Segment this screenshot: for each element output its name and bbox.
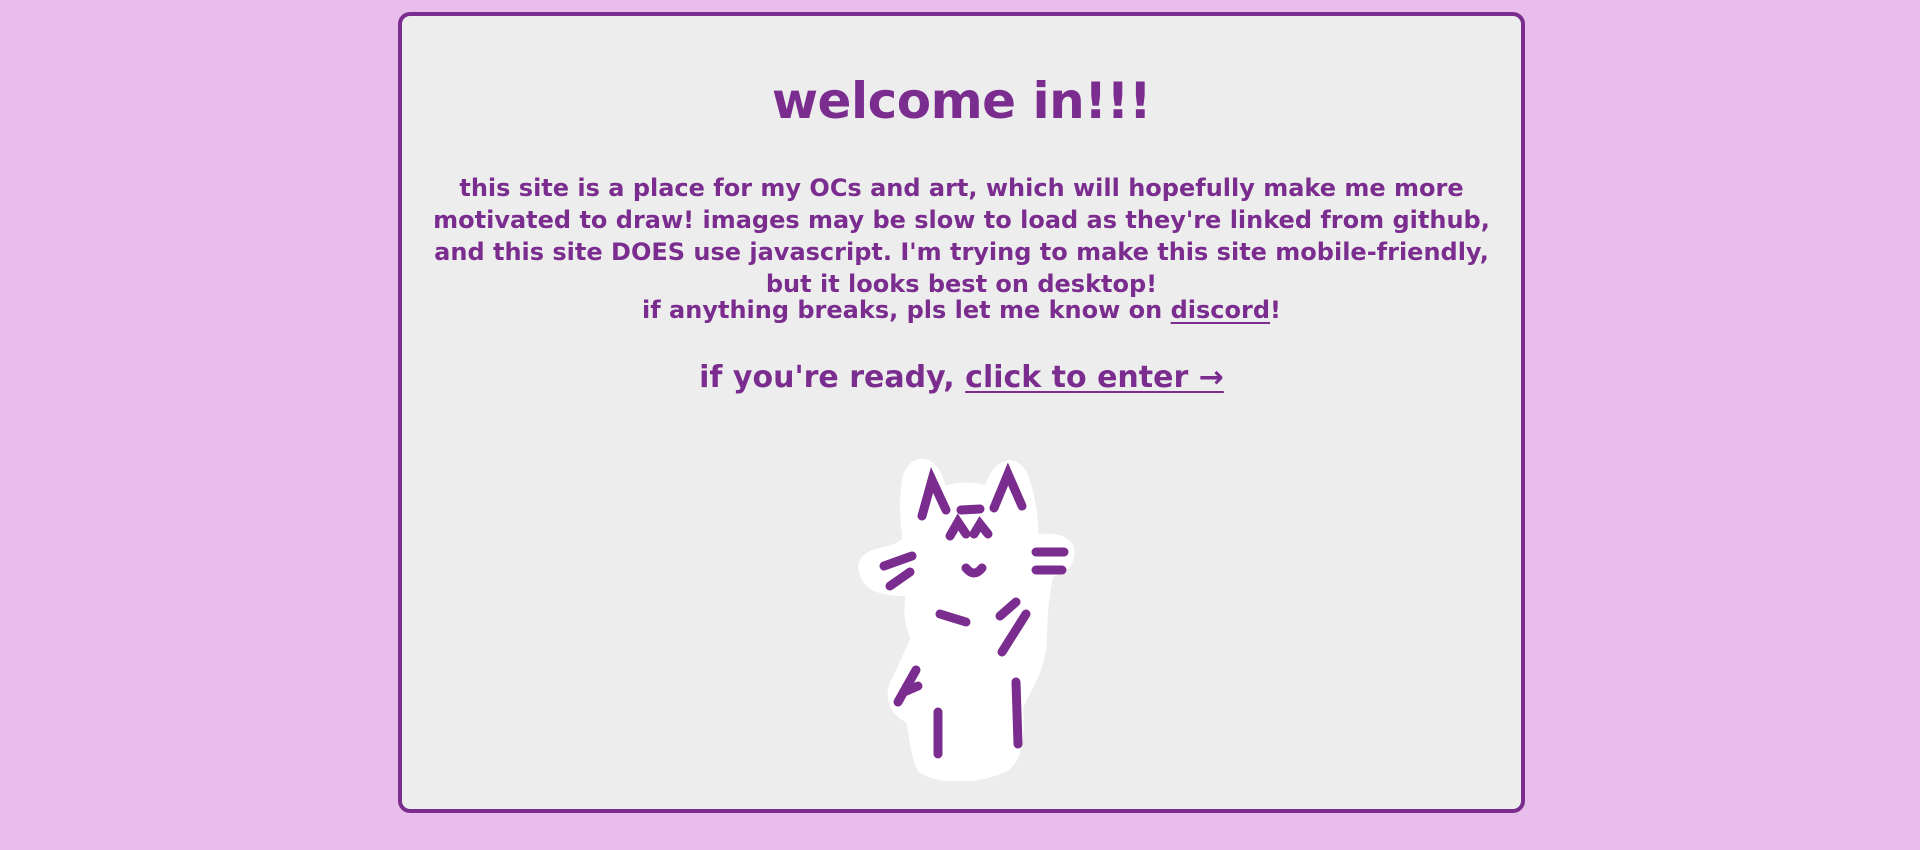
contact-prefix: if anything breaks, pls let me know on xyxy=(642,296,1171,324)
cat-mascot-icon xyxy=(858,458,1075,781)
discord-link[interactable]: discord xyxy=(1171,296,1270,324)
enter-line: if you're ready, click to enter → xyxy=(402,360,1521,396)
page-title: welcome in!!! xyxy=(771,72,1152,130)
welcome-card: welcome in!!! this site is a place for m… xyxy=(398,12,1525,813)
intro-text: this site is a place for my OCs and art,… xyxy=(433,174,1490,298)
contact-suffix: ! xyxy=(1270,296,1281,324)
enter-link[interactable]: click to enter → xyxy=(965,360,1224,395)
contact-line: if anything breaks, pls let me know on d… xyxy=(402,294,1521,326)
enter-prefix: if you're ready, xyxy=(699,360,966,395)
